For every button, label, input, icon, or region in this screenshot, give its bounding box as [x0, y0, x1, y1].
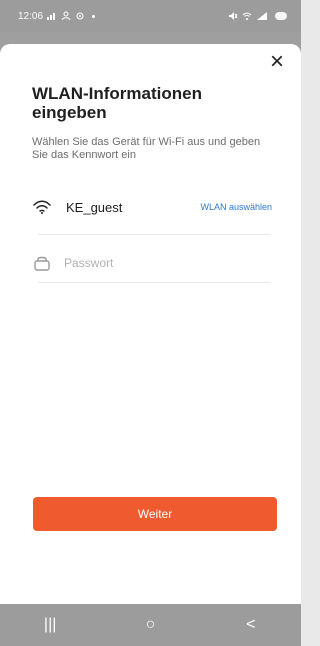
password-input[interactable] [64, 256, 254, 270]
lock-icon [32, 254, 52, 272]
select-wifi-link[interactable]: WLAN auswählen [200, 202, 272, 212]
status-left: 12:06 [18, 10, 96, 22]
mute-icon [229, 12, 238, 20]
status-right [228, 11, 287, 21]
phone-screen: 12:06 × WLAN-Informationen eingeben Wähl… [0, 0, 301, 646]
contact-icon [61, 11, 71, 21]
recent-apps-button[interactable]: ||| [30, 610, 70, 640]
wifi-ssid: KE_guest [66, 199, 123, 215]
wifi-icon [32, 198, 52, 216]
continue-button[interactable]: Weiter [33, 497, 277, 531]
home-button[interactable]: ○ [130, 610, 170, 640]
page-subtitle: Wählen Sie das Gerät für Wi-Fi aus und g… [32, 136, 261, 161]
status-left-icons [47, 11, 96, 21]
close-button[interactable]: × [265, 50, 289, 74]
wifi-info-sheet: × WLAN-Informationen eingeben Wählen Sie… [0, 44, 301, 604]
status-time: 12:06 [18, 10, 44, 22]
signal-icon [47, 13, 56, 20]
navigation-bar: ||| ○ < [0, 604, 301, 646]
wifi-icon [242, 12, 252, 20]
page-title: WLAN-Informationen eingeben [32, 84, 202, 122]
wifi-row[interactable]: KE_guest WLAN auswählen [32, 194, 272, 220]
signal-strength-icon [257, 12, 267, 20]
dot-icon [92, 14, 96, 18]
battery-icon [275, 12, 287, 20]
password-row[interactable] [32, 250, 272, 276]
wifi-divider [38, 234, 270, 235]
back-button[interactable]: < [231, 610, 271, 640]
settings-icon [76, 12, 84, 20]
password-divider [38, 282, 270, 283]
status-bar: 12:06 [0, 0, 301, 32]
